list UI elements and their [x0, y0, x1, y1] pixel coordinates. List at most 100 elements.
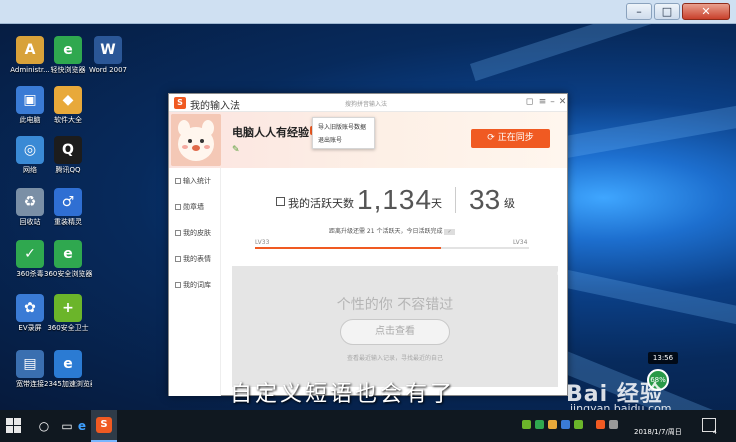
- sidebar-item-label: 输入统计: [183, 177, 211, 185]
- upgrade-info: 距离升级还需 21 个活跃天，今日活跃完成 ✓: [329, 226, 455, 235]
- desktop-icon[interactable]: ◆ 软件大全: [44, 86, 92, 125]
- app-icon: e: [54, 350, 82, 378]
- chart-icon: [175, 178, 181, 184]
- tray-network-icon[interactable]: [561, 420, 570, 429]
- close-button[interactable]: ✕: [682, 3, 730, 20]
- edge-icon[interactable]: e: [72, 416, 92, 436]
- tray-guard-icon[interactable]: [574, 420, 583, 429]
- floating-clock: 13:56: [648, 352, 678, 364]
- app-icon: Q: [54, 136, 82, 164]
- calendar-icon: [276, 197, 285, 206]
- menu-item-import[interactable]: 导入旧版账号数据: [313, 120, 374, 133]
- banner-subtitle: 查看最近输入记录，寻找最近的自己: [346, 355, 443, 362]
- feedback-icon[interactable]: ◻: [524, 97, 535, 107]
- desktop-icon[interactable]: +360安全卫士: [44, 294, 92, 333]
- emoji-icon: [175, 256, 181, 262]
- account-dropdown: 导入旧版账号数据 退出账号: [312, 117, 375, 149]
- sidebar-item-label: 我的表情: [183, 255, 211, 263]
- medal-icon: [175, 204, 181, 210]
- divider: [455, 187, 456, 213]
- desktop-icon-label: 360安全浏览器: [44, 270, 92, 278]
- app-icon: ✿: [16, 294, 44, 322]
- mouse-cursor-icon: ↖: [556, 268, 566, 281]
- book-icon: [175, 282, 181, 288]
- level-to: LV34: [513, 239, 528, 246]
- view-button[interactable]: 点击查看: [340, 319, 450, 345]
- sidebar-item-stats[interactable]: 输入统计: [175, 176, 211, 186]
- banner-title: 个性的你 不容错过: [336, 297, 454, 313]
- sidebar: 输入统计 勋章墙 我的皮肤 我的表情 我的词库: [169, 168, 221, 396]
- sidebar-item-medals[interactable]: 勋章墙: [175, 202, 204, 212]
- level-value: 33: [469, 184, 501, 215]
- desktop-icon-label: 重装精灵: [54, 218, 82, 226]
- desktop-icon[interactable]: ♂ 重装精灵: [44, 188, 92, 227]
- active-days-value: 1,134: [357, 184, 433, 215]
- window-center-title: 搜狗拼音输入法: [345, 101, 388, 108]
- app-icon: A: [16, 36, 44, 64]
- desktop-icon[interactable]: e 360安全浏览器: [44, 240, 92, 279]
- desktop-icon-label: 软件大全: [54, 116, 82, 124]
- vm-titlebar: – □ ✕: [0, 0, 736, 24]
- sync-button[interactable]: ⟳ 正在同步: [471, 129, 550, 148]
- sogou-titlebar: S 我的输入法 搜狗拼音输入法 ◻ ≡ – ✕: [169, 94, 567, 112]
- sidebar-item-label: 我的皮肤: [183, 229, 211, 237]
- tray-360-icon[interactable]: [522, 420, 531, 429]
- sogou-window: S 我的输入法 搜狗拼音输入法 ◻ ≡ – ✕ 电脑人人有经验 ✎ ⟳ 正在同步…: [168, 93, 568, 396]
- app-icon: ▤: [16, 350, 44, 378]
- desktop-icon-label: 360安全卫士: [47, 324, 89, 332]
- sidebar-item-lexicon[interactable]: 我的词库: [175, 280, 211, 290]
- pencil-icon[interactable]: ✎: [232, 145, 240, 155]
- username: 电脑人人有经验: [232, 126, 309, 139]
- sogou-icon: S: [96, 417, 112, 433]
- active-days-label: 我的活跃天数: [288, 197, 354, 210]
- sidebar-item-skins[interactable]: 我的皮肤: [175, 228, 211, 238]
- app-icon: +: [54, 294, 82, 322]
- level-from: LV33: [255, 239, 270, 246]
- app-icon: ◎: [16, 136, 44, 164]
- app-icon: e: [54, 240, 82, 268]
- app-icon: e: [54, 36, 82, 64]
- sidebar-item-label: 勋章墙: [183, 203, 204, 211]
- level-progress-bar: [255, 247, 529, 249]
- desktop-icon[interactable]: Q 腾讯QQ: [44, 136, 92, 175]
- watermark-url: jingyan.baidu.com: [570, 402, 672, 410]
- skin-icon: [175, 230, 181, 236]
- taskbar-date[interactable]: 2018/1/7/周日: [634, 427, 682, 437]
- desktop-icon-label: 腾讯QQ: [55, 166, 81, 174]
- desktop-icon[interactable]: e 2345加速浏览器: [44, 350, 92, 389]
- tray-browser-icon[interactable]: [535, 420, 544, 429]
- window-title: 我的输入法: [190, 101, 240, 112]
- days-unit: 天: [431, 197, 442, 210]
- app-icon: W: [94, 36, 122, 64]
- windows-start-icon[interactable]: [6, 418, 22, 434]
- desktop-icon-label: Word 2007: [88, 66, 128, 74]
- level-unit: 级: [504, 197, 515, 210]
- search-icon[interactable]: ○: [34, 416, 54, 436]
- desktop-icon-label: 2345加速浏览器: [44, 380, 92, 388]
- sogou-logo-icon: S: [174, 97, 186, 109]
- notification-count: 4: [713, 429, 717, 436]
- tray-sogou-icon[interactable]: [596, 420, 605, 429]
- upgrade-text: 距离升级还需 21 个活跃天，今日活跃完成: [329, 228, 443, 235]
- app-icon: ♻: [16, 188, 44, 216]
- taskbar-sogou-button[interactable]: S: [91, 410, 117, 442]
- app-icon: ✓: [16, 240, 44, 268]
- level-progress-fill: [255, 247, 442, 249]
- desktop-icon[interactable]: W Word 2007: [84, 36, 132, 75]
- desktop: A Administr... e 轻快浏览器 W Word 2007 ▣ 此电脑 ◆ 软件大全 ◎ 网…: [0, 24, 736, 410]
- close-icon[interactable]: ✕: [557, 97, 568, 107]
- check-icon: ✓: [444, 229, 455, 235]
- tray-app-icon[interactable]: [548, 420, 557, 429]
- sidebar-item-emoji[interactable]: 我的表情: [175, 254, 211, 264]
- sidebar-item-label: 我的词库: [183, 281, 211, 289]
- taskbar: ○ ▭ e S 2018/1/7/周日 4: [0, 410, 736, 442]
- app-icon: ♂: [54, 188, 82, 216]
- menu-item-logout[interactable]: 退出账号: [313, 133, 374, 146]
- minimize-button[interactable]: –: [626, 3, 652, 20]
- promo-banner: 个性的你 不容错过 点击查看 查看最近输入记录，寻找最近的自己: [232, 266, 558, 387]
- app-icon: ◆: [54, 86, 82, 114]
- maximize-button[interactable]: □: [654, 3, 680, 20]
- tray-speaker-icon[interactable]: [609, 420, 618, 429]
- avatar[interactable]: [171, 114, 221, 166]
- app-icon: ▣: [16, 86, 44, 114]
